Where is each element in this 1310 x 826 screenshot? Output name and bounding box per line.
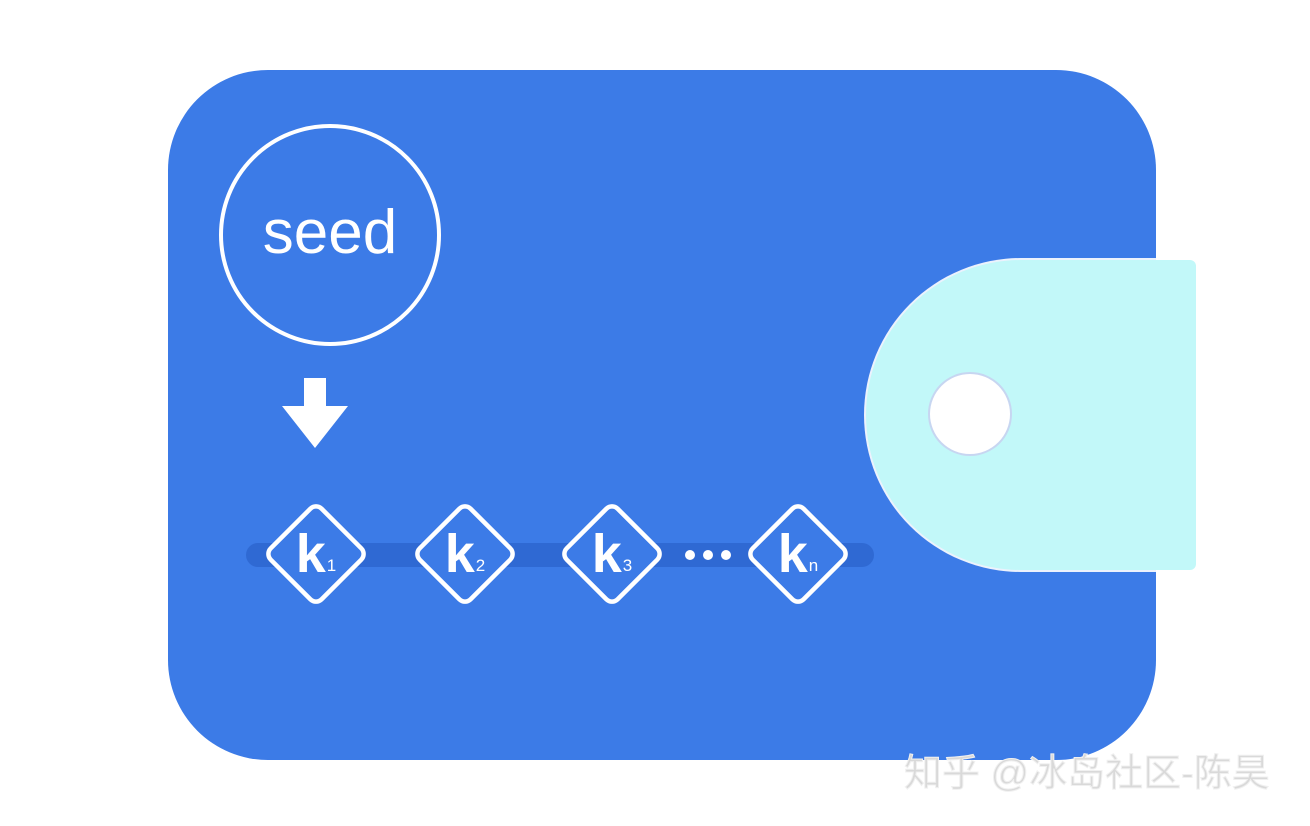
wallet-flap: [866, 260, 1196, 570]
key-letter: k: [591, 524, 622, 584]
key-node-n: kn: [737, 493, 859, 615]
key-subscript: 1: [326, 556, 337, 575]
key-subscript: n: [808, 556, 819, 575]
key-letter: k: [444, 524, 475, 584]
down-arrow-icon: [282, 378, 348, 448]
seed-label: seed: [262, 197, 398, 267]
key-subscript: 2: [475, 556, 486, 575]
seed-node: seed: [219, 124, 441, 346]
source-watermark: 知乎 @冰岛社区-陈昊: [904, 753, 1271, 796]
key-letter: k: [777, 524, 808, 584]
key-node-3: k3: [551, 493, 673, 615]
key-subscript: 3: [622, 556, 633, 575]
wallet-clasp-button: [930, 374, 1010, 454]
key-node-1: k1: [255, 493, 377, 615]
ellipsis-icon: [685, 550, 731, 560]
key-letter: k: [295, 524, 326, 584]
key-node-2: k2: [404, 493, 526, 615]
